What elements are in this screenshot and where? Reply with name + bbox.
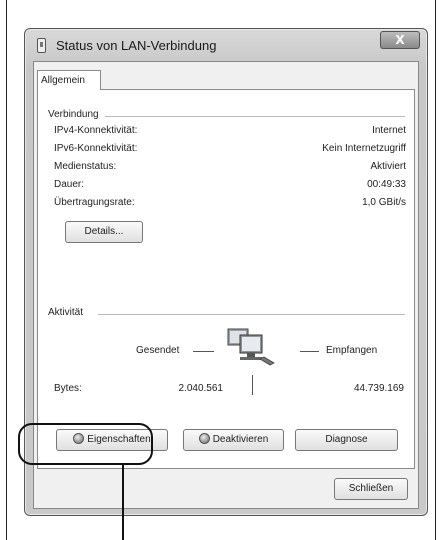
sent-connector-line xyxy=(193,351,214,352)
window-title: Status von LAN-Verbindung xyxy=(56,38,217,53)
callout-pointer-line xyxy=(122,463,124,540)
activity-group-heading: Aktivität xyxy=(48,307,84,318)
activity-group-divider xyxy=(98,314,405,315)
ipv4-value: Internet xyxy=(372,125,406,136)
connection-group-heading: Verbindung xyxy=(48,109,99,120)
speed-label: Übertragungsrate: xyxy=(54,197,135,208)
callout-highlight xyxy=(18,423,153,465)
tab-allgemein[interactable]: Allgemein xyxy=(37,70,101,90)
network-adapter-icon xyxy=(37,38,46,53)
sent-label: Gesendet xyxy=(136,345,180,356)
bytes-sent-value: 2.040.561 xyxy=(178,383,224,394)
speed-value: 1,0 GBit/s xyxy=(362,197,406,208)
media-status-label: Medienstatus: xyxy=(54,161,117,172)
deactivate-button-label: Deaktivieren xyxy=(212,434,269,445)
bytes-received-value: 44.739.169 xyxy=(353,383,404,394)
network-computers-icon xyxy=(226,325,278,369)
received-label: Empfangen xyxy=(326,345,378,356)
close-window-button[interactable]: X xyxy=(380,31,420,49)
activity-separator xyxy=(252,375,253,395)
ipv4-label: IPv4-Konnektivität: xyxy=(54,125,138,136)
received-connector-line xyxy=(300,351,319,352)
duration-label: Dauer: xyxy=(54,179,85,190)
connection-group-divider xyxy=(105,116,405,117)
bytes-label: Bytes: xyxy=(54,383,82,394)
tab-panel-general: Verbindung IPv4-Konnektivität: Internet … xyxy=(37,89,415,469)
details-button[interactable]: Details... xyxy=(65,221,143,243)
title-bar[interactable]: Status von LAN-Verbindung X xyxy=(25,29,427,65)
uac-shield-icon xyxy=(198,433,210,444)
close-button[interactable]: Schließen xyxy=(334,478,408,500)
deactivate-button[interactable]: Deaktivieren xyxy=(183,429,284,451)
duration-value: 00:49:33 xyxy=(367,179,406,190)
diagnose-button[interactable]: Diagnose xyxy=(295,429,398,451)
media-status-value: Aktiviert xyxy=(370,161,406,172)
ipv6-value: Kein Internetzugriff xyxy=(322,143,406,154)
ipv6-label: IPv6-Konnektivität: xyxy=(54,143,138,154)
